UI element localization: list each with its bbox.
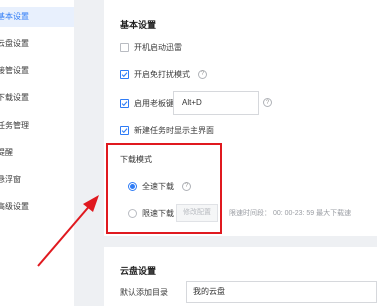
default-dir-input[interactable]: 我的云盘 (186, 281, 377, 303)
cloud-settings-title: 云盘设置 (120, 266, 157, 276)
default-dir-label: 默认添加目录 (120, 288, 168, 297)
